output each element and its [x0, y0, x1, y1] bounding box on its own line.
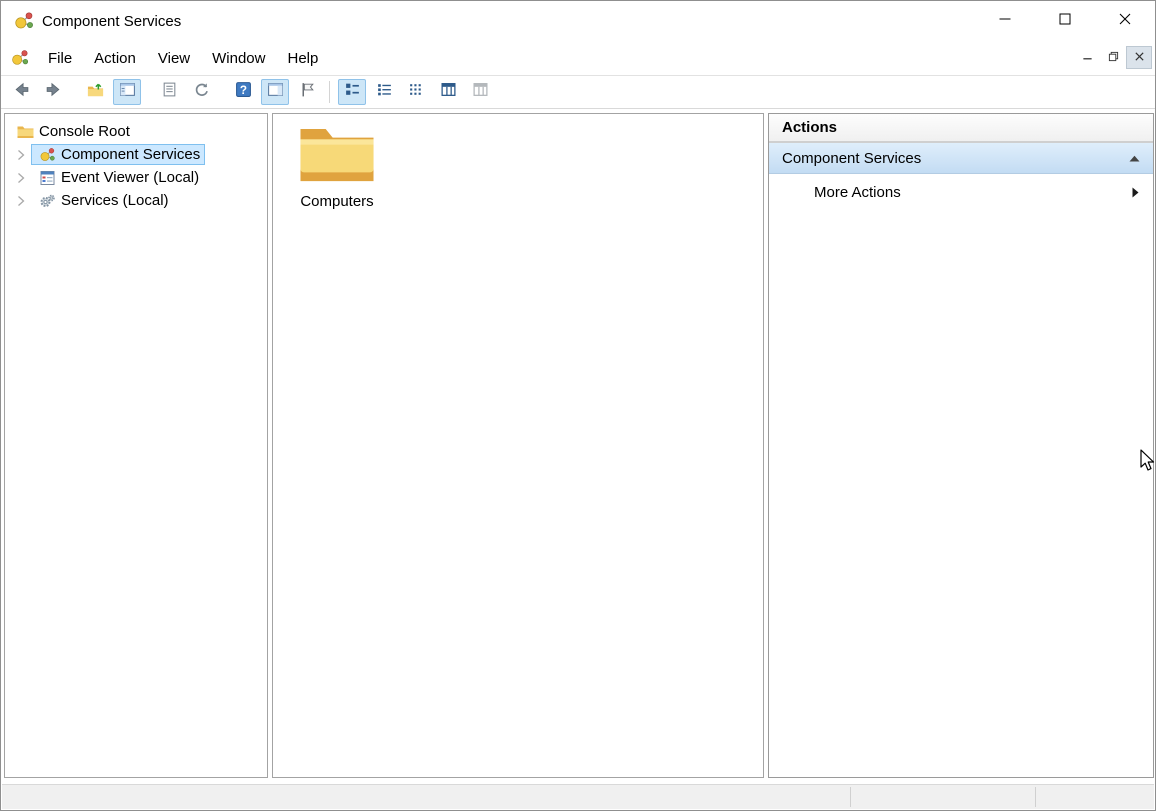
- console-tree-pane: Console Root: [4, 113, 268, 778]
- window-title: Component Services: [42, 13, 181, 30]
- maximize-icon: [1059, 12, 1071, 30]
- refresh-icon: [193, 81, 210, 103]
- toolbar-separator: [329, 81, 330, 103]
- list-view-icon: [408, 81, 425, 103]
- tree-item-console-root[interactable]: Console Root: [5, 120, 267, 143]
- more-actions-item[interactable]: More Actions: [769, 174, 1153, 210]
- taskpad-flag-icon: [299, 81, 316, 103]
- show-action-pane-icon: [267, 81, 284, 103]
- minimize-icon: [999, 12, 1011, 30]
- component-services-icon: [11, 49, 29, 67]
- small-icons-view-button[interactable]: [370, 79, 398, 105]
- menu-item-view[interactable]: View: [147, 43, 201, 74]
- back-icon: [13, 81, 30, 103]
- main-content: Console Root: [1, 110, 1155, 778]
- results-pane: Computers: [272, 113, 764, 778]
- menu-item-action[interactable]: Action: [83, 43, 147, 74]
- menu-item-help[interactable]: Help: [276, 43, 329, 74]
- show-console-tree-button[interactable]: [113, 79, 141, 105]
- show-console-tree-icon: [119, 81, 136, 103]
- customize-view-button[interactable]: [466, 79, 494, 105]
- help-button[interactable]: ?: [229, 79, 257, 105]
- refresh-button[interactable]: [187, 79, 215, 105]
- chevron-right-icon[interactable]: [17, 194, 32, 208]
- large-icons-view-icon: [344, 81, 361, 103]
- status-bar: [2, 784, 1154, 809]
- component-services-icon: [14, 11, 34, 31]
- tree-selection: Component Services: [32, 145, 204, 164]
- mdi-close-button[interactable]: [1126, 46, 1152, 69]
- up-one-level-icon: [87, 81, 104, 103]
- customize-view-icon: [472, 81, 489, 103]
- console-tree: Console Root: [5, 114, 267, 212]
- svg-text:?: ?: [239, 84, 246, 97]
- export-list-button[interactable]: [155, 79, 183, 105]
- menu-item-file[interactable]: File: [37, 43, 83, 74]
- actions-section-label: Component Services: [782, 150, 921, 167]
- actions-pane: Actions Component Services More Actions: [768, 113, 1154, 778]
- tree-item-label: Component Services: [61, 146, 200, 163]
- mdi-restore-button[interactable]: [1100, 46, 1126, 69]
- chevron-right-icon[interactable]: [17, 171, 32, 185]
- tree-row-content: Services (Local): [32, 191, 173, 210]
- minimize-icon: [1082, 49, 1093, 67]
- back-button[interactable]: [7, 79, 35, 105]
- tree-row-content: Event Viewer (Local): [32, 168, 203, 187]
- menu-bar: File Action View Window Help: [1, 41, 1155, 76]
- tree-item-services[interactable]: Services (Local): [5, 189, 267, 212]
- tree-item-event-viewer[interactable]: Event Viewer (Local): [5, 166, 267, 189]
- restore-icon: [1108, 49, 1119, 67]
- event-viewer-icon: [39, 170, 56, 186]
- chevron-right-icon[interactable]: [17, 148, 32, 162]
- collapse-up-icon[interactable]: [1129, 155, 1140, 162]
- services-gear-icon: [39, 193, 56, 209]
- title-bar: Component Services: [1, 1, 1155, 41]
- list-view-button[interactable]: [402, 79, 430, 105]
- statusbar-separator: [1035, 787, 1036, 807]
- mdi-window-controls: [1074, 46, 1152, 69]
- minimize-button[interactable]: [975, 1, 1035, 41]
- details-view-button[interactable]: [434, 79, 462, 105]
- help-icon: ?: [235, 81, 252, 103]
- maximize-button[interactable]: [1035, 1, 1095, 41]
- show-action-pane-button[interactable]: [261, 79, 289, 105]
- details-view-icon: [440, 81, 457, 103]
- more-actions-label: More Actions: [814, 184, 901, 201]
- actions-pane-title: Actions: [769, 114, 1153, 143]
- close-icon: [1119, 12, 1131, 30]
- chevron-right-filled-icon: [1132, 187, 1139, 198]
- large-icons-view-button[interactable]: [338, 79, 366, 105]
- forward-button[interactable]: [39, 79, 67, 105]
- statusbar-separator: [850, 787, 851, 807]
- close-button[interactable]: [1095, 1, 1155, 41]
- forward-icon: [45, 81, 62, 103]
- up-one-level-button[interactable]: [81, 79, 109, 105]
- tree-item-component-services[interactable]: Component Services: [5, 143, 267, 166]
- taskpad-flag-button[interactable]: [293, 79, 321, 105]
- mdi-minimize-button[interactable]: [1074, 46, 1100, 69]
- close-icon: [1134, 49, 1145, 67]
- export-list-icon: [161, 81, 178, 103]
- tree-item-label: Console Root: [39, 123, 130, 140]
- tree-item-label: Event Viewer (Local): [61, 169, 199, 186]
- folder-icon: [297, 122, 377, 188]
- toolbar: ?: [1, 76, 1155, 109]
- list-item-computers[interactable]: Computers: [297, 122, 377, 210]
- component-services-icon: [39, 147, 56, 163]
- window-controls: [975, 1, 1155, 41]
- menu-item-window[interactable]: Window: [201, 43, 276, 74]
- list-item-label: Computers: [297, 193, 377, 210]
- folder-icon: [17, 124, 34, 140]
- app-window: Component Services File Action: [0, 0, 1156, 811]
- small-icons-view-icon: [376, 81, 393, 103]
- tree-item-label: Services (Local): [61, 192, 169, 209]
- actions-section-header[interactable]: Component Services: [769, 143, 1153, 174]
